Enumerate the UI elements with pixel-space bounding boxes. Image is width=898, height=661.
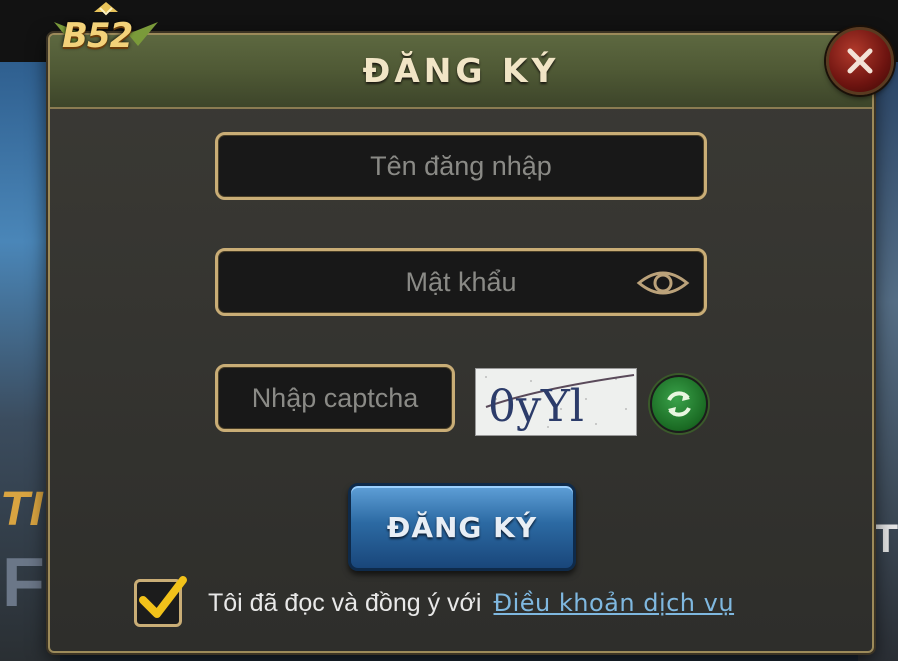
logo-text: B52: [62, 16, 133, 56]
dialog-title-bar: ĐĂNG KÝ: [50, 35, 872, 109]
register-submit-label: ĐĂNG KÝ: [386, 510, 538, 544]
captcha-input[interactable]: [218, 366, 452, 430]
terms-link[interactable]: Điều khoản dịch vụ: [494, 589, 735, 617]
password-input[interactable]: [218, 251, 704, 313]
captcha-image: 0yYl: [475, 368, 637, 436]
captcha-refresh-button[interactable]: [650, 375, 708, 433]
username-input[interactable]: [218, 134, 704, 198]
register-submit-button[interactable]: ĐĂNG KÝ: [348, 483, 576, 571]
captcha-field: [215, 364, 455, 432]
agree-checkbox[interactable]: [134, 576, 187, 627]
close-button[interactable]: [826, 27, 894, 95]
register-dialog: ĐĂNG KÝ 0yYl: [48, 27, 894, 653]
refresh-icon: [667, 391, 691, 417]
dialog-title: ĐĂNG KÝ: [362, 51, 560, 90]
eye-icon[interactable]: [636, 267, 690, 299]
agree-text: Tôi đã đọc và đồng ý với: [208, 588, 482, 617]
captcha-noise: 0yYl: [485, 374, 635, 432]
close-icon: [847, 48, 873, 74]
password-field: [215, 248, 707, 316]
username-field: [215, 132, 707, 200]
captcha-text: 0yYl: [488, 381, 584, 432]
checkmark-icon: [139, 576, 187, 618]
terms-agreement: Tôi đã đọc và đồng ý với Điều khoản dịch…: [134, 575, 734, 631]
brand-logo: B52: [44, 2, 168, 62]
